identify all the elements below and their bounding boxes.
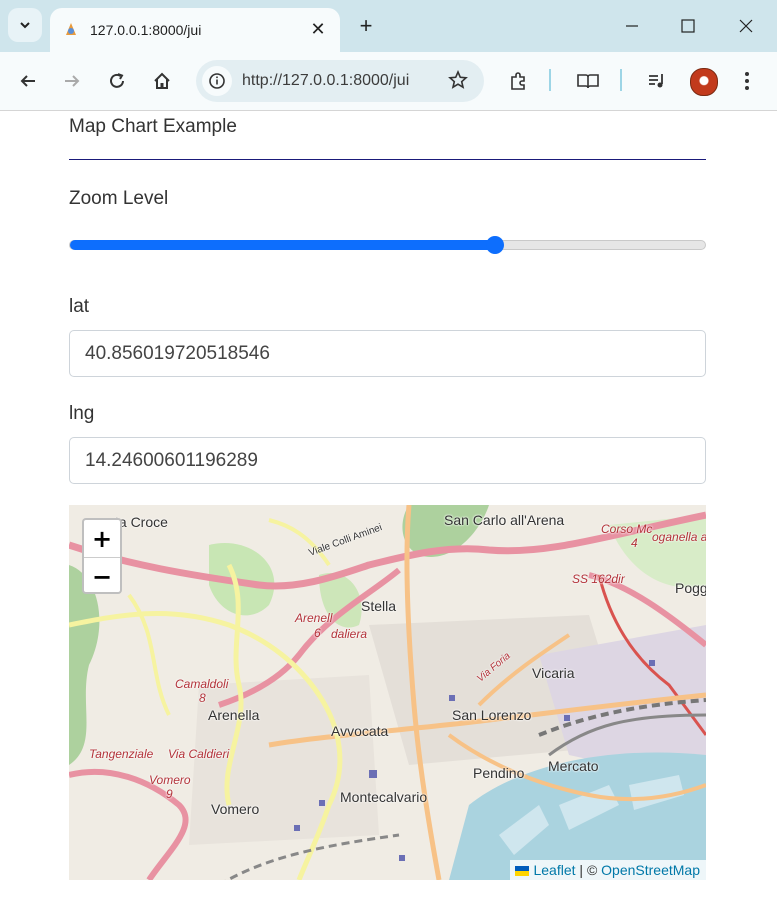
- map-place-label: San Lorenzo: [452, 707, 532, 723]
- address-bar[interactable]: http://127.0.0.1:8000/jui: [196, 60, 484, 102]
- map-place-label: Vomero: [211, 801, 260, 817]
- home-button[interactable]: [147, 66, 177, 96]
- slider-fill: [70, 240, 496, 250]
- minimize-icon: [626, 25, 638, 27]
- map-place-label: Mercato: [548, 758, 599, 774]
- lng-input[interactable]: 14.24600601196289: [69, 437, 706, 484]
- toolbar-divider: [620, 69, 622, 91]
- map-place-label: Tangenziale: [89, 747, 154, 761]
- map-place-label: San Carlo all'Arena: [444, 512, 565, 528]
- map-place-label: 9: [166, 787, 173, 801]
- minimize-button[interactable]: [612, 10, 652, 42]
- star-icon: [448, 69, 468, 89]
- reading-mode-icon: [577, 74, 599, 89]
- map-place-label: Arenella: [208, 707, 260, 723]
- back-icon: [20, 75, 35, 87]
- map-place-label: Pogg: [675, 580, 706, 596]
- url-text[interactable]: http://127.0.0.1:8000/jui: [242, 72, 409, 90]
- media-icon: [649, 74, 663, 88]
- map-place-label: Avvocata: [331, 723, 389, 739]
- map-place-label: Corso Mc: [601, 522, 653, 536]
- map-place-label: ta Croce: [115, 514, 168, 530]
- map-place-label: Vomero: [149, 773, 191, 787]
- tab-title: 127.0.0.1:8000/jui: [90, 22, 202, 38]
- map-place-label: daliera: [331, 627, 368, 641]
- media-button[interactable]: [642, 66, 672, 96]
- map-container[interactable]: ta Croce San Carlo all'Arena Viale Colli…: [69, 505, 706, 880]
- ukraine-flag-icon: [515, 866, 530, 876]
- map-place-label: Arenell: [295, 611, 333, 625]
- map-tiles: [69, 505, 706, 880]
- map-place-label: Montecalvario: [340, 789, 428, 805]
- extensions-icon: [511, 72, 525, 90]
- map-place-label: 8: [199, 691, 206, 705]
- map-zoom-control: + −: [82, 518, 122, 594]
- toolbar-divider: [549, 69, 551, 91]
- site-info-button[interactable]: [202, 66, 232, 96]
- lat-label: lat: [69, 296, 90, 317]
- lat-input[interactable]: 40.856019720518546: [69, 330, 706, 377]
- chevron-down-icon: [20, 22, 30, 29]
- window-close-button[interactable]: [726, 10, 766, 42]
- close-icon: ✕: [310, 18, 326, 39]
- reading-mode-button[interactable]: [573, 66, 603, 96]
- zoom-level-label: Zoom Level: [69, 188, 169, 209]
- plus-icon: +: [359, 13, 373, 38]
- browser-tab[interactable]: 127.0.0.1:8000/jui ✕: [50, 8, 340, 52]
- tab-strip: 127.0.0.1:8000/jui ✕ +: [0, 0, 777, 52]
- map-place-label: 4: [631, 536, 638, 550]
- map-place-label: Camaldoli: [175, 677, 229, 691]
- forward-button[interactable]: [57, 66, 87, 96]
- lng-label: lng: [69, 403, 95, 424]
- maximize-icon: [681, 19, 695, 33]
- new-tab-button[interactable]: +: [352, 12, 380, 40]
- map-place-label: 6: [314, 626, 321, 640]
- tab-close-button[interactable]: ✕: [306, 17, 330, 41]
- attribution-separator: | ©: [575, 862, 602, 878]
- leaflet-link[interactable]: Leaflet: [533, 862, 575, 878]
- map-place-label: oganella a: [652, 530, 706, 544]
- menu-icon: [745, 72, 749, 90]
- browser-toolbar: http://127.0.0.1:8000/jui: [0, 52, 777, 111]
- slider-thumb[interactable]: [486, 236, 505, 254]
- openstreetmap-link[interactable]: OpenStreetMap: [601, 862, 700, 878]
- favicon-icon: [66, 23, 76, 35]
- page-title: Map Chart Example: [69, 116, 237, 137]
- home-icon: [154, 72, 170, 89]
- zoom-out-button[interactable]: −: [84, 558, 120, 595]
- bookmark-button[interactable]: [448, 69, 468, 95]
- map-place-label: Stella: [361, 598, 397, 614]
- maximize-button[interactable]: [668, 10, 708, 42]
- back-button[interactable]: [13, 66, 43, 96]
- window-close-icon: [739, 19, 753, 33]
- map-place-label: Pendino: [473, 765, 525, 781]
- title-divider: [69, 159, 706, 160]
- extensions-button[interactable]: [503, 66, 533, 96]
- map-place-label: SS 162dir: [572, 572, 625, 586]
- map-place-label: Via Caldieri: [168, 747, 230, 761]
- forward-icon: [65, 75, 80, 87]
- profile-avatar[interactable]: [690, 68, 718, 96]
- map-place-label: Vicaria: [532, 665, 575, 681]
- reload-button[interactable]: [102, 66, 132, 96]
- info-icon: [209, 73, 225, 89]
- zoom-level-slider[interactable]: [69, 236, 706, 254]
- zoom-in-button[interactable]: +: [84, 520, 120, 558]
- map-attribution: Leaflet | © OpenStreetMap: [510, 860, 706, 880]
- reload-icon: [110, 73, 124, 88]
- tab-search-button[interactable]: [8, 8, 42, 42]
- menu-button[interactable]: [732, 66, 762, 96]
